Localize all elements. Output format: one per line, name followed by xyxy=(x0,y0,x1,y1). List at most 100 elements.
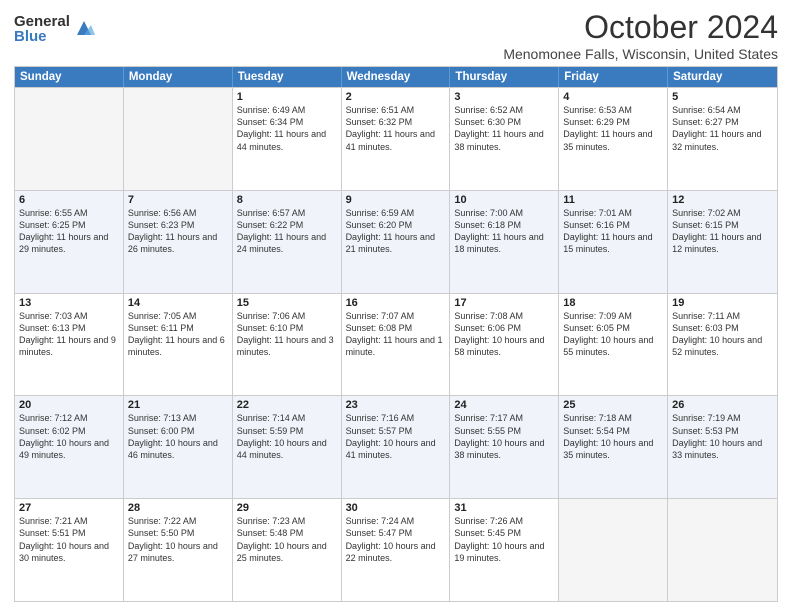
daylight-text: Daylight: 11 hours and 29 minutes. xyxy=(19,232,108,254)
day-number: 7 xyxy=(128,194,228,206)
sunrise-text: Sunrise: 6:59 AM xyxy=(346,208,415,218)
day-number: 14 xyxy=(128,297,228,309)
day-cell-15: 15Sunrise: 7:06 AMSunset: 6:10 PMDayligh… xyxy=(233,294,342,396)
day-cell-29: 29Sunrise: 7:23 AMSunset: 5:48 PMDayligh… xyxy=(233,499,342,601)
daylight-text: Daylight: 10 hours and 30 minutes. xyxy=(19,541,109,563)
sunset-text: Sunset: 5:54 PM xyxy=(563,426,630,436)
day-number: 8 xyxy=(237,194,337,206)
day-cell-6: 6 Sunrise: 6:55 AM Sunset: 6:25 PM Daylight… xyxy=(15,191,124,293)
daylight-text: Daylight: 11 hours and 1 minute. xyxy=(346,335,443,357)
day-number: 18 xyxy=(563,297,663,309)
sunset-text: Sunset: 6:25 PM xyxy=(19,220,86,230)
daylight-text: Daylight: 11 hours and 15 minutes. xyxy=(563,232,652,254)
sunrise-text: Sunrise: 7:16 AM xyxy=(346,413,415,423)
day-cell-4: 4Sunrise: 6:53 AMSunset: 6:29 PMDaylight… xyxy=(559,88,668,190)
daylight-text: Daylight: 10 hours and 33 minutes. xyxy=(672,438,762,460)
sunrise-text: Sunrise: 7:17 AM xyxy=(454,413,523,423)
title-block: October 2024 Menomonee Falls, Wisconsin,… xyxy=(503,10,778,62)
day-info: Sunrise: 7:03 AMSunset: 6:13 PMDaylight:… xyxy=(19,310,119,359)
day-info: Sunrise: 7:01 AM Sunset: 6:16 PM Daylight:… xyxy=(563,207,663,256)
day-info: Sunrise: 7:02 AM Sunset: 6:15 PM Daylight:… xyxy=(672,207,773,256)
sunset-text: Sunset: 5:45 PM xyxy=(454,528,521,538)
day-cell-22: 22Sunrise: 7:14 AMSunset: 5:59 PMDayligh… xyxy=(233,396,342,498)
header-saturday: Saturday xyxy=(668,67,777,87)
daylight-text: Daylight: 10 hours and 52 minutes. xyxy=(672,335,762,357)
empty-cell xyxy=(124,88,233,190)
daylight-text: Daylight: 10 hours and 55 minutes. xyxy=(563,335,653,357)
empty-cell xyxy=(668,499,777,601)
sunrise-text: Sunrise: 7:21 AM xyxy=(19,516,88,526)
day-cell-24: 24Sunrise: 7:17 AMSunset: 5:55 PMDayligh… xyxy=(450,396,559,498)
daylight-text: Daylight: 10 hours and 38 minutes. xyxy=(454,438,544,460)
calendar-header: Sunday Monday Tuesday Wednesday Thursday… xyxy=(15,67,777,87)
sunset-text: Sunset: 5:53 PM xyxy=(672,426,739,436)
logo-general: General xyxy=(14,14,70,29)
sunset-text: Sunset: 6:15 PM xyxy=(672,220,739,230)
day-number: 9 xyxy=(346,194,446,206)
day-number: 6 xyxy=(19,194,119,206)
calendar: Sunday Monday Tuesday Wednesday Thursday… xyxy=(14,66,778,602)
day-cell-23: 23 Sunrise: 7:16 AM Sunset: 5:57 PM Dayligh… xyxy=(342,396,451,498)
daylight-text: Daylight: 10 hours and 22 minutes. xyxy=(346,541,436,563)
sunset-text: Sunset: 6:16 PM xyxy=(563,220,630,230)
day-number: 4 xyxy=(563,91,663,103)
sunrise-text: Sunrise: 7:18 AM xyxy=(563,413,632,423)
sunset-text: Sunset: 6:34 PM xyxy=(237,117,304,127)
sunrise-text: Sunrise: 7:01 AM xyxy=(563,208,632,218)
sunrise-text: Sunrise: 7:09 AM xyxy=(563,311,632,321)
sunrise-text: Sunrise: 7:07 AM xyxy=(346,311,415,321)
sunrise-text: Sunrise: 7:02 AM xyxy=(672,208,741,218)
day-number: 20 xyxy=(19,399,119,411)
day-cell-10: 10Sunrise: 7:00 AMSunset: 6:18 PMDayligh… xyxy=(450,191,559,293)
day-number: 1 xyxy=(237,91,337,103)
sunset-text: Sunset: 6:11 PM xyxy=(128,323,194,333)
sunset-text: Sunset: 6:13 PM xyxy=(19,323,86,333)
sunrise-text: Sunrise: 7:23 AM xyxy=(237,516,306,526)
sunrise-text: Sunrise: 6:56 AM xyxy=(128,208,197,218)
sunrise-text: Sunrise: 7:13 AM xyxy=(128,413,197,423)
daylight-text: Daylight: 11 hours and 26 minutes. xyxy=(128,232,217,254)
daylight-text: Daylight: 10 hours and 41 minutes. xyxy=(346,438,436,460)
sunrise-text: Sunrise: 7:12 AM xyxy=(19,413,88,423)
day-cell-31: 31Sunrise: 7:26 AMSunset: 5:45 PMDayligh… xyxy=(450,499,559,601)
sunset-text: Sunset: 6:10 PM xyxy=(237,323,304,333)
daylight-text: Daylight: 11 hours and 32 minutes. xyxy=(672,129,761,151)
sunrise-text: Sunrise: 6:57 AM xyxy=(237,208,306,218)
day-info: Sunrise: 6:49 AMSunset: 6:34 PMDaylight:… xyxy=(237,104,337,153)
logo-text: General Blue xyxy=(14,14,70,44)
day-info: Sunrise: 7:14 AMSunset: 5:59 PMDaylight:… xyxy=(237,412,337,461)
sunrise-text: Sunrise: 7:11 AM xyxy=(672,311,740,321)
day-number: 22 xyxy=(237,399,337,411)
sunset-text: Sunset: 6:08 PM xyxy=(346,323,413,333)
day-cell-20: 20Sunrise: 7:12 AMSunset: 6:02 PMDayligh… xyxy=(15,396,124,498)
day-info: Sunrise: 7:00 AMSunset: 6:18 PMDaylight:… xyxy=(454,207,554,256)
sunset-text: Sunset: 5:50 PM xyxy=(128,528,195,538)
day-cell-21: 21Sunrise: 7:13 AMSunset: 6:00 PMDayligh… xyxy=(124,396,233,498)
sunset-text: Sunset: 5:57 PM xyxy=(346,426,413,436)
day-number: 13 xyxy=(19,297,119,309)
day-cell-17: 17Sunrise: 7:08 AMSunset: 6:06 PMDayligh… xyxy=(450,294,559,396)
day-number: 31 xyxy=(454,502,554,514)
calendar-week-2: 6 Sunrise: 6:55 AM Sunset: 6:25 PM Daylight… xyxy=(15,190,777,293)
sunset-text: Sunset: 6:30 PM xyxy=(454,117,521,127)
sunrise-text: Sunrise: 7:03 AM xyxy=(19,311,88,321)
day-number: 26 xyxy=(672,399,773,411)
daylight-text: Daylight: 11 hours and 21 minutes. xyxy=(346,232,435,254)
day-number: 23 xyxy=(346,399,446,411)
day-number: 24 xyxy=(454,399,554,411)
sunrise-text: Sunrise: 6:55 AM xyxy=(19,208,88,218)
sunset-text: Sunset: 5:48 PM xyxy=(237,528,304,538)
logo-blue: Blue xyxy=(14,29,70,44)
daylight-text: Daylight: 10 hours and 19 minutes. xyxy=(454,541,544,563)
header-monday: Monday xyxy=(124,67,233,87)
sunset-text: Sunset: 6:32 PM xyxy=(346,117,413,127)
day-info: Sunrise: 7:26 AMSunset: 5:45 PMDaylight:… xyxy=(454,515,554,564)
day-number: 12 xyxy=(672,194,773,206)
day-cell-1: 1Sunrise: 6:49 AMSunset: 6:34 PMDaylight… xyxy=(233,88,342,190)
day-info: Sunrise: 7:05 AMSunset: 6:11 PMDaylight:… xyxy=(128,310,228,359)
day-cell-26: 26Sunrise: 7:19 AMSunset: 5:53 PMDayligh… xyxy=(668,396,777,498)
daylight-text: Daylight: 11 hours and 12 minutes. xyxy=(672,232,761,254)
daylight-text: Daylight: 11 hours and 24 minutes. xyxy=(237,232,326,254)
sunset-text: Sunset: 6:22 PM xyxy=(237,220,304,230)
day-cell-11: 11Sunrise: 7:01 AMSunset: 6:16 PMDayligh… xyxy=(559,191,668,293)
